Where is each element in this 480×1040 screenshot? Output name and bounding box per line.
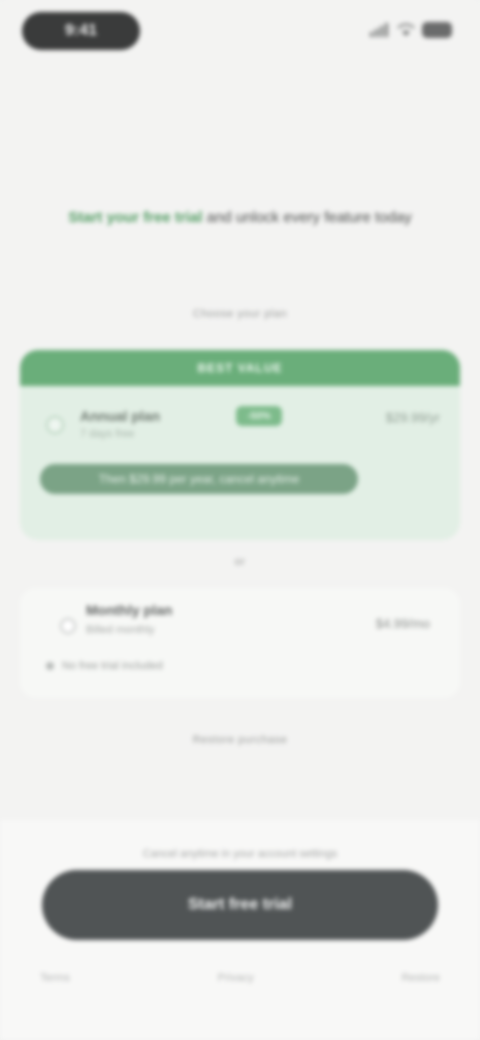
headline: Start your free trial and unlock every f… bbox=[40, 206, 440, 230]
radio-selected-icon[interactable] bbox=[46, 416, 64, 434]
plan-note: Then $29.99 per year, cancel anytime bbox=[40, 464, 358, 494]
start-trial-button[interactable]: Start free trial bbox=[42, 870, 438, 940]
battery-icon bbox=[422, 22, 452, 38]
signal-icon bbox=[370, 23, 388, 37]
plan-price: $29.99/yr bbox=[385, 410, 440, 425]
footer-links: Terms Privacy Restore bbox=[40, 972, 440, 984]
alt-plan-subtitle: Billed monthly bbox=[86, 624, 155, 636]
plan-subtitle: 7 days free bbox=[80, 428, 135, 440]
discount-badge: -50% bbox=[236, 406, 282, 426]
plan-row-annual[interactable]: Annual plan -50% 7 days free $29.99/yr bbox=[40, 402, 440, 442]
footer-link-terms[interactable]: Terms bbox=[40, 972, 70, 984]
paywall-screen: 9:41 Start your free trial and unlock ev… bbox=[0, 0, 480, 1040]
restore-link[interactable]: Restore purchase bbox=[0, 734, 480, 746]
radio-unselected-icon[interactable] bbox=[60, 618, 76, 634]
alt-plan-name: Monthly plan bbox=[86, 602, 173, 618]
check-icon bbox=[46, 662, 54, 670]
footer-link-restore[interactable]: Restore bbox=[401, 972, 440, 984]
plan-card-monthly[interactable]: Monthly plan Billed monthly $4.99/mo No … bbox=[20, 588, 460, 698]
status-bar: 9:41 bbox=[0, 0, 480, 64]
plan-name: Annual plan bbox=[80, 408, 161, 424]
alt-plan-detail: No free trial included bbox=[46, 660, 163, 672]
footer-link-privacy[interactable]: Privacy bbox=[218, 972, 254, 984]
best-value-banner: BEST VALUE bbox=[20, 350, 460, 386]
plan-card-annual[interactable]: BEST VALUE Annual plan -50% 7 days free … bbox=[20, 350, 460, 540]
status-icons bbox=[370, 18, 452, 42]
headline-accent: Start your free trial bbox=[68, 209, 203, 226]
wifi-icon bbox=[397, 23, 415, 36]
alt-plan-price: $4.99/mo bbox=[375, 616, 430, 631]
bottom-panel: Cancel anytime in your account settings … bbox=[0, 820, 480, 1040]
or-label: or bbox=[234, 556, 246, 568]
status-time: 9:41 bbox=[22, 12, 140, 50]
headline-text: and unlock every feature today bbox=[206, 209, 412, 226]
terms-text: Cancel anytime in your account settings bbox=[142, 848, 338, 860]
alt-plan-detail-text: No free trial included bbox=[62, 660, 163, 672]
choose-plan-label: Choose your plan bbox=[192, 308, 288, 320]
